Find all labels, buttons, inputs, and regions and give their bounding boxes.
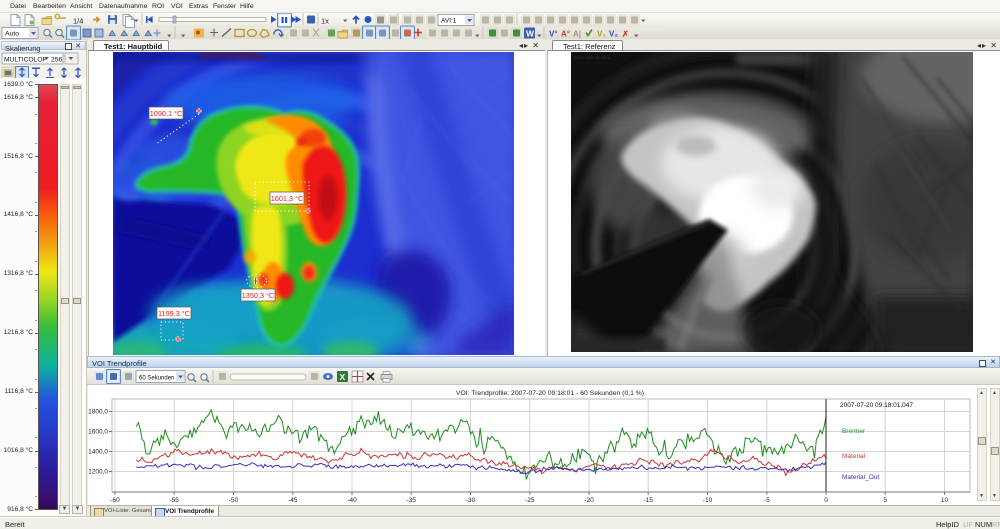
svg-text:A|: A| [573,30,581,39]
svg-text:1600,0: 1600,0 [88,429,108,436]
svg-text:AVI:1: AVI:1 [441,18,457,25]
svg-text:V₂: V₂ [609,30,618,39]
svg-text:-55: -55 [169,497,179,504]
svg-text:1090,1 °C: 1090,1 °C [150,109,183,118]
svg-text:V°: V° [549,30,558,39]
svg-text:✗: ✗ [622,30,629,39]
svg-text:-15: -15 [643,497,653,504]
svg-text:Material: Material [842,453,866,460]
svg-text:A°: A° [561,30,570,39]
svg-text:10: 10 [941,497,949,504]
svg-text:X: X [340,372,346,382]
svg-text:Auto: Auto [5,31,19,38]
svg-text:60 Sekunden: 60 Sekunden [139,376,174,382]
svg-text:20.07.2007 09:18:01: 20.07.2007 09:18:01 [574,55,611,60]
svg-text:-25: -25 [525,497,535,504]
svg-text:VOI: Trendprofile: 2007-07-20: VOI: Trendprofile: 2007-07-20 09:18:01 -… [456,390,644,397]
svg-text:-30: -30 [466,497,476,504]
svg-text:0: 0 [824,497,828,504]
svg-text:1400,0: 1400,0 [88,449,108,456]
svg-text:-45: -45 [288,497,298,504]
svg-text:-10: -10 [703,497,713,504]
svg-text:1800,0: 1800,0 [88,409,108,416]
svg-text:1200,0: 1200,0 [88,469,108,476]
svg-text:-20: -20 [584,497,594,504]
svg-text:1350,3 °C: 1350,3 °C [242,291,275,300]
svg-text:V₁: V₁ [597,30,606,39]
svg-text:1199,3 °C: 1199,3 °C [158,309,190,318]
svg-text:W: W [526,29,535,39]
svg-text:-40: -40 [347,497,357,504]
svg-text:5: 5 [883,497,887,504]
svg-text:2007-07-20 09:18:01,047: 2007-07-20 09:18:01,047 [840,402,913,409]
svg-text:-50: -50 [229,497,239,504]
svg-text:-60: -60 [110,497,120,504]
svg-text:Brenner: Brenner [842,428,866,435]
svg-text:256: 256 [51,57,62,64]
svg-text:-5: -5 [764,497,770,504]
svg-text:Material_Out: Material_Out [842,474,879,481]
svg-text:1601,3 °C: 1601,3 °C [271,194,304,203]
svg-text:MULTICOLOF: MULTICOLOF [4,57,47,64]
svg-text:1/4: 1/4 [73,17,83,26]
svg-text:1x: 1x [321,17,329,26]
svg-text:-35: -35 [406,497,416,504]
